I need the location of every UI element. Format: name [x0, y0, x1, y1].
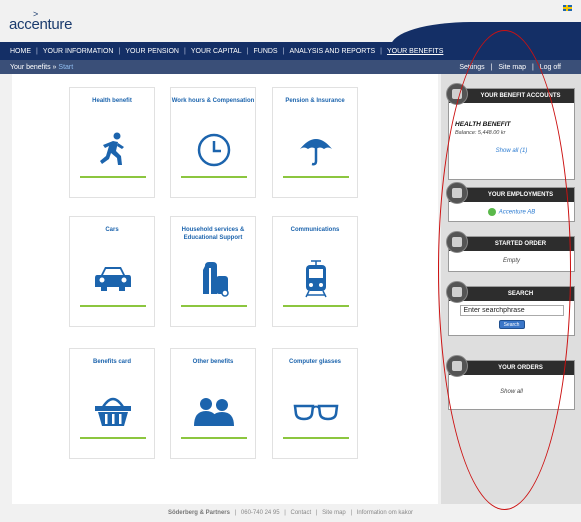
nav-separator: |: [184, 47, 186, 55]
benefit-accounts-widget: YOUR BENEFIT ACCOUNTS HEALTH BENEFIT Bal…: [446, 83, 575, 180]
nav-separator: |: [246, 47, 249, 55]
cart-icon: [446, 231, 468, 253]
footer-separator: |: [315, 510, 318, 516]
search-button[interactable]: Search: [498, 320, 525, 329]
vacuum-cleaner-icon: [189, 259, 239, 299]
started-order-widget: STARTED ORDER Empty: [446, 231, 575, 272]
tile-title: Other benefits: [192, 359, 234, 365]
tile-title: Work hours & Compensation: [171, 98, 255, 104]
utility-links: Settings | Site map | Log off: [459, 64, 561, 71]
accounts-icon: [446, 83, 468, 105]
accenture-logo[interactable]: > accenture: [9, 9, 73, 33]
tile-title: Cars: [105, 227, 119, 233]
tile-pension-insurance[interactable]: Pension & Insurance: [272, 87, 358, 198]
show-all-accounts-link[interactable]: Show all (1): [455, 148, 568, 154]
tile-title: Health benefit: [92, 98, 132, 104]
clock-icon: [189, 130, 239, 170]
nav-your-benefits[interactable]: YOUR BENEFITS: [387, 48, 443, 55]
car-icon: [88, 259, 138, 299]
search-input[interactable]: [459, 305, 564, 316]
utility-separator: |: [490, 63, 493, 71]
nav-separator: |: [282, 47, 285, 55]
footer-phone: 060-740 24 95: [240, 510, 280, 516]
account-balance: Balance: 5,448.00 kr: [455, 130, 506, 136]
breadcrumb: Your benefits » Start: [10, 64, 73, 71]
footer-separator: |: [350, 510, 353, 516]
tile-health-benefit[interactable]: Health benefit: [69, 87, 155, 198]
nav-your-information[interactable]: YOUR INFORMATION: [43, 48, 114, 55]
employments-icon: [446, 182, 468, 204]
benefits-grid: Health benefit Work hours & Compensation…: [12, 74, 438, 504]
tile-title: Pension & Insurance: [285, 98, 345, 104]
account-name: HEALTH BENEFIT: [455, 121, 511, 128]
check-icon: [487, 208, 496, 216]
utility-separator: |: [531, 63, 534, 71]
people-icon: [189, 391, 239, 431]
tile-benefits-card[interactable]: Benefits card: [69, 348, 155, 459]
tile-divider: [181, 176, 247, 178]
employments-widget: YOUR EMPLOYMENTS Accenture AB: [446, 182, 575, 222]
footer-company: Söderberg & Partners: [167, 510, 230, 516]
tile-divider: [80, 437, 146, 439]
tile-work-hours[interactable]: Work hours & Compensation: [170, 87, 256, 198]
tile-title: Communications: [290, 227, 340, 233]
nav-funds[interactable]: FUNDS: [253, 48, 277, 55]
tile-divider: [283, 437, 349, 439]
tile-divider: [283, 305, 349, 307]
umbrella-icon: [291, 130, 341, 170]
footer: Söderberg & Partners | 060-740 24 95 | C…: [0, 510, 581, 522]
basket-icon: [88, 391, 138, 431]
tile-title: Computer glasses: [288, 359, 342, 365]
tile-cars[interactable]: Cars: [69, 216, 155, 327]
runner-icon: [88, 130, 138, 170]
breadcrumb-prefix: Your benefits »: [10, 63, 57, 71]
footer-separator: |: [234, 510, 237, 516]
logo-text: accenture: [9, 16, 73, 33]
tile-household-services[interactable]: Household services & Educational Support: [170, 216, 256, 327]
footer-cookies-link[interactable]: Information om kakor: [357, 510, 413, 516]
tile-divider: [181, 437, 247, 439]
tile-computer-glasses[interactable]: Computer glasses: [272, 348, 358, 459]
footer-separator: |: [284, 510, 286, 516]
site-map-link[interactable]: Site map: [498, 64, 526, 71]
train-icon: [291, 259, 341, 299]
tile-title: Benefits card: [92, 359, 131, 365]
footer-contact-link[interactable]: Contact: [291, 510, 312, 516]
search-widget-icon: [446, 281, 468, 303]
orders-icon: [446, 355, 468, 377]
nav-your-capital[interactable]: YOUR CAPITAL: [191, 48, 242, 55]
breadcrumb-start-link[interactable]: Start: [58, 64, 73, 71]
tile-divider: [283, 176, 349, 178]
employer-link[interactable]: Accenture AB: [499, 210, 535, 216]
nav-separator: |: [36, 47, 38, 55]
log-off-link[interactable]: Log off: [540, 64, 561, 71]
nav-home[interactable]: HOME: [10, 48, 31, 55]
sidebar: YOUR BENEFIT ACCOUNTS HEALTH BENEFIT Bal…: [441, 74, 581, 504]
swedish-flag-icon[interactable]: [563, 5, 572, 11]
tile-divider: [181, 305, 247, 307]
top-header: > accenture: [0, 0, 581, 46]
main-navigation: HOME | YOUR INFORMATION | YOUR PENSION |…: [0, 42, 581, 60]
search-widget: SEARCH Search: [446, 281, 575, 336]
glasses-icon: [291, 391, 341, 431]
tile-divider: [80, 305, 146, 307]
logo-caret: >: [33, 9, 38, 19]
your-orders-widget: YOUR ORDERS Show all: [446, 355, 575, 410]
tile-title: Household services & Educational Support: [181, 227, 245, 241]
nav-analysis-and-reports[interactable]: ANALYSIS AND REPORTS: [289, 48, 375, 55]
tile-divider: [80, 176, 146, 178]
nav-your-pension[interactable]: YOUR PENSION: [125, 48, 179, 55]
nav-separator: |: [380, 47, 382, 55]
nav-separator: |: [118, 47, 121, 55]
tile-other-benefits[interactable]: Other benefits: [170, 348, 256, 459]
tile-communications[interactable]: Communications: [272, 216, 358, 327]
sub-bar: Your benefits » Start Settings | Site ma…: [0, 60, 581, 74]
show-all-orders-link[interactable]: Show all: [449, 375, 574, 399]
footer-site-map-link[interactable]: Site map: [322, 510, 346, 516]
order-status: Empty: [502, 258, 520, 264]
settings-link[interactable]: Settings: [459, 64, 484, 71]
